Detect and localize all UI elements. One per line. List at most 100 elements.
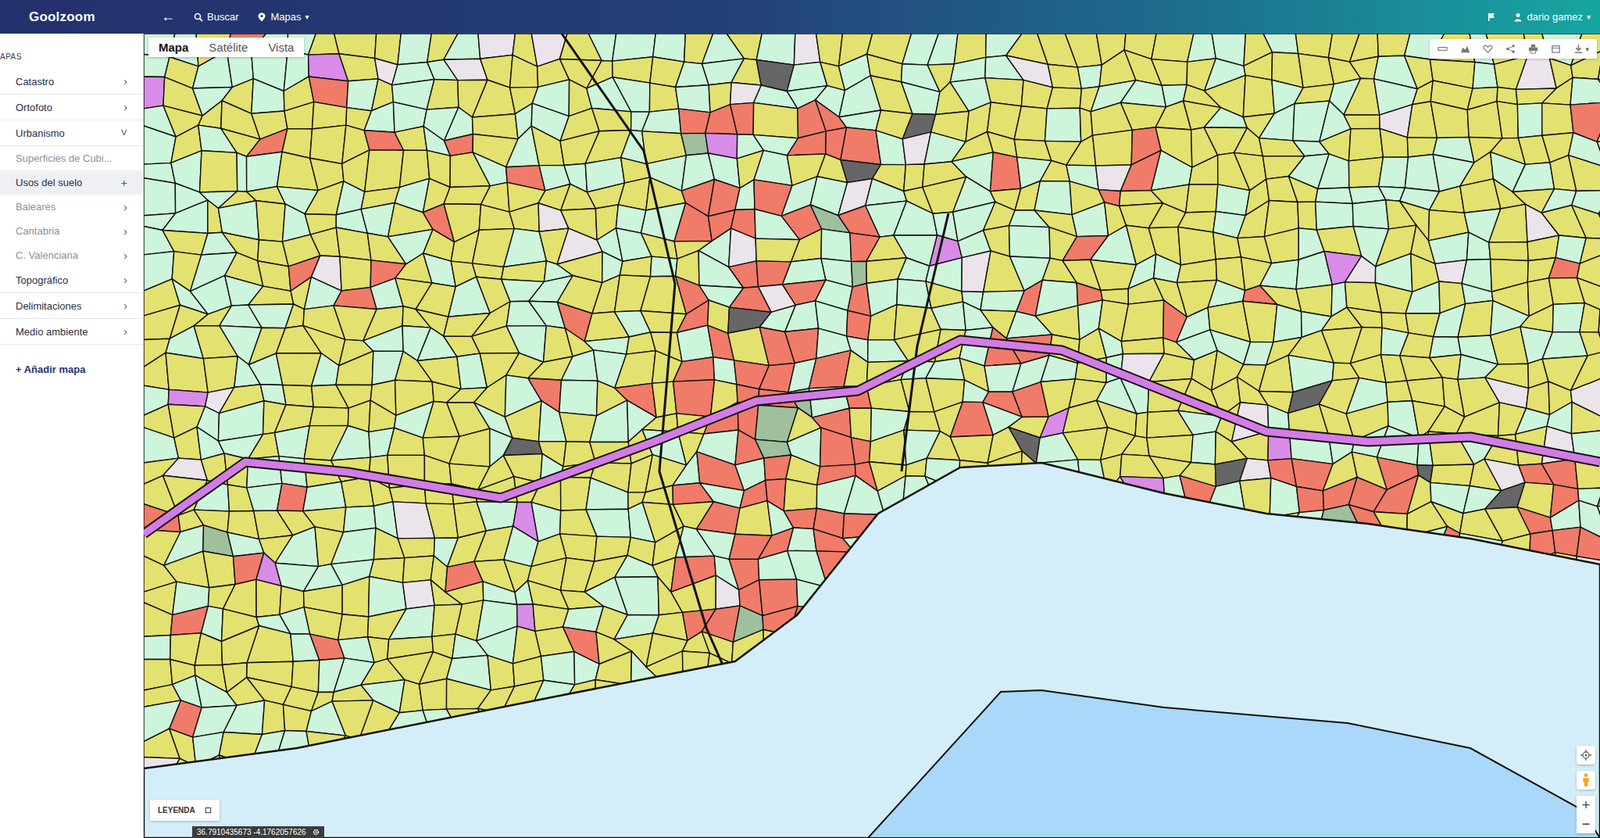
land-parcel[interactable] (540, 651, 575, 685)
land-parcel[interactable] (394, 126, 427, 151)
land-parcel[interactable] (589, 400, 629, 442)
land-parcel[interactable] (925, 357, 965, 380)
land-parcel[interactable] (389, 604, 435, 639)
land-parcel[interactable] (310, 125, 347, 164)
land-parcel[interactable] (1064, 33, 1102, 68)
chart-icon[interactable] (1460, 43, 1471, 54)
land-parcel[interactable] (363, 325, 404, 352)
land-parcel[interactable] (1353, 837, 1384, 838)
land-parcel[interactable] (309, 406, 349, 425)
land-parcel[interactable] (1151, 33, 1194, 62)
land-parcel[interactable] (1062, 427, 1108, 461)
land-parcel[interactable] (1066, 135, 1097, 166)
land-parcel[interactable] (443, 33, 481, 60)
land-parcel[interactable] (1400, 332, 1434, 358)
land-parcel[interactable] (503, 437, 543, 455)
land-parcel[interactable] (282, 384, 314, 407)
sidebar-item[interactable]: Medio ambiente› (0, 318, 143, 345)
land-parcel[interactable] (1260, 259, 1300, 290)
land-parcel[interactable] (1428, 232, 1469, 264)
land-parcel[interactable] (1466, 232, 1490, 260)
land-parcel[interactable] (730, 102, 754, 135)
land-parcel[interactable] (165, 352, 208, 393)
land-parcel[interactable] (1343, 114, 1380, 129)
land-parcel[interactable] (1568, 155, 1600, 192)
land-parcel[interactable] (927, 33, 958, 65)
sidebar-item[interactable]: Urbanismo˅ (0, 120, 143, 147)
land-parcel[interactable] (143, 178, 176, 216)
land-parcel[interactable] (510, 54, 539, 88)
land-parcel[interactable] (1379, 128, 1408, 158)
land-parcel[interactable] (931, 301, 966, 330)
land-parcel[interactable] (1571, 401, 1600, 433)
sidebar-item[interactable]: C. Valenciana› (0, 242, 143, 268)
sidebar-item[interactable]: Superficies de Cubi... (0, 146, 143, 171)
land-parcel[interactable] (614, 554, 658, 577)
land-parcel[interactable] (331, 425, 371, 460)
land-parcel[interactable] (236, 152, 247, 192)
land-parcel[interactable] (198, 100, 222, 129)
land-parcel[interactable] (990, 152, 1022, 192)
land-parcel[interactable] (339, 53, 379, 82)
land-parcel[interactable] (1047, 64, 1082, 89)
land-parcel[interactable] (676, 325, 713, 362)
back-button[interactable]: ← (160, 8, 175, 25)
land-parcel[interactable] (675, 85, 711, 113)
zoom-in-button[interactable]: + (1576, 795, 1596, 815)
land-parcel[interactable] (1269, 477, 1300, 518)
land-parcel[interactable] (449, 428, 490, 467)
land-parcel[interactable] (1457, 300, 1493, 338)
land-parcel[interactable] (167, 389, 208, 407)
land-parcel[interactable] (162, 229, 208, 255)
land-parcel[interactable] (726, 33, 762, 61)
land-parcel[interactable] (472, 79, 516, 118)
land-parcel[interactable] (1014, 106, 1047, 142)
land-parcel[interactable] (312, 101, 347, 129)
land-parcel[interactable] (1263, 33, 1299, 54)
land-parcel[interactable] (1135, 411, 1148, 438)
land-parcel[interactable] (248, 285, 294, 305)
logo[interactable]: Goolzoom (0, 9, 144, 25)
land-use-map[interactable] (143, 33, 1600, 838)
map-type-tab[interactable]: Vista (257, 37, 304, 58)
land-parcel[interactable] (1527, 235, 1560, 261)
land-parcel[interactable] (1315, 201, 1354, 230)
land-parcel[interactable] (1517, 507, 1553, 534)
download-button[interactable]: ▾ (1573, 43, 1590, 54)
land-parcel[interactable] (1598, 204, 1600, 240)
land-parcel[interactable] (869, 429, 907, 465)
land-parcel[interactable] (478, 204, 515, 231)
land-parcel[interactable] (559, 379, 598, 416)
land-parcel[interactable] (875, 130, 906, 165)
land-parcel[interactable] (1430, 101, 1469, 139)
land-parcel[interactable] (1579, 302, 1600, 333)
land-parcel[interactable] (248, 432, 280, 459)
land-parcel[interactable] (423, 253, 457, 287)
land-parcel[interactable] (1348, 157, 1383, 188)
land-parcel[interactable] (509, 203, 540, 233)
land-parcel[interactable] (846, 310, 872, 340)
land-parcel[interactable] (1297, 201, 1317, 230)
land-parcel[interactable] (227, 532, 265, 557)
land-parcel[interactable] (1405, 281, 1440, 314)
land-parcel[interactable] (1596, 101, 1600, 142)
land-parcel[interactable] (367, 636, 390, 663)
land-parcel[interactable] (1259, 103, 1295, 141)
land-parcel[interactable] (735, 500, 772, 536)
land-parcel[interactable] (143, 602, 173, 637)
street-view-button[interactable] (1576, 770, 1596, 790)
land-parcel[interactable] (1190, 431, 1216, 465)
land-parcel[interactable] (950, 434, 993, 463)
land-parcel[interactable] (284, 101, 315, 129)
land-parcel[interactable] (681, 132, 709, 155)
land-parcel[interactable] (387, 427, 425, 455)
land-parcel[interactable] (1429, 354, 1461, 380)
land-parcel[interactable] (851, 260, 868, 287)
sidebar-item[interactable]: Delimitaciones› (0, 292, 143, 319)
land-parcel[interactable] (143, 76, 165, 109)
land-parcel[interactable] (1512, 162, 1554, 193)
locate-button[interactable] (1576, 745, 1596, 765)
land-parcel[interactable] (277, 482, 308, 511)
land-parcel[interactable] (1598, 50, 1600, 84)
land-parcel[interactable] (1346, 307, 1383, 328)
